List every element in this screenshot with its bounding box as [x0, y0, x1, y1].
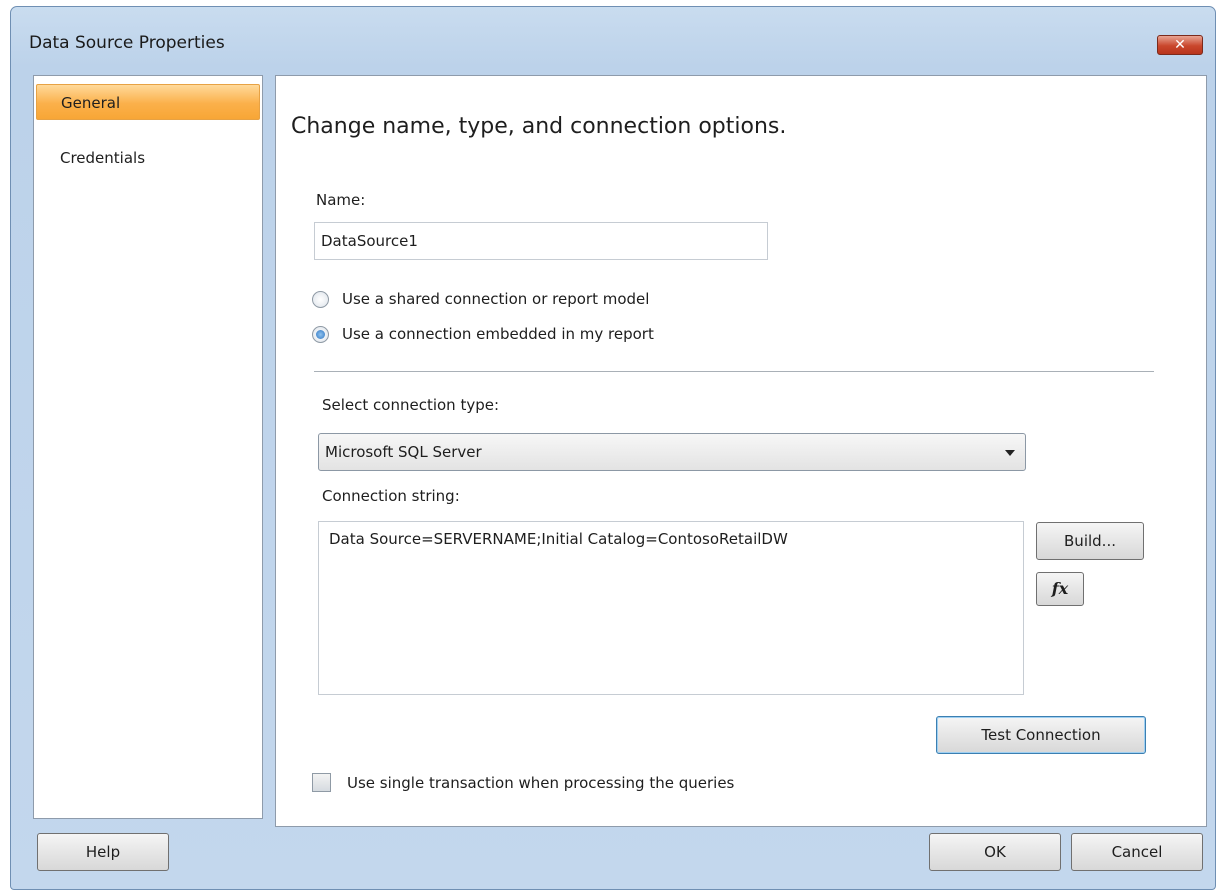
connection-string-label: Connection string: — [322, 487, 460, 505]
radio-shared-button[interactable] — [312, 290, 329, 308]
ok-button[interactable]: OK — [929, 833, 1061, 871]
window-title: Data Source Properties — [29, 33, 225, 53]
dialog-window: Data Source Properties ✕ General Credent… — [10, 6, 1216, 890]
page-heading: Change name, type, and connection option… — [291, 114, 787, 139]
expression-fx-icon[interactable]: fx — [1036, 572, 1084, 606]
section-divider — [314, 371, 1154, 372]
build-button[interactable]: Build... — [1036, 522, 1144, 560]
close-icon[interactable]: ✕ — [1157, 35, 1203, 55]
single-transaction-label: Use single transaction when processing t… — [347, 773, 735, 792]
help-button[interactable]: Help — [37, 833, 169, 871]
radio-embedded-connection[interactable]: Use a connection embedded in my report — [312, 323, 654, 345]
connection-string-textarea[interactable]: Data Source=SERVERNAME;Initial Catalog=C… — [318, 521, 1024, 695]
radio-embedded-button[interactable] — [312, 325, 329, 343]
radio-embedded-label: Use a connection embedded in my report — [342, 325, 654, 343]
chevron-down-icon[interactable] — [1005, 450, 1015, 456]
radio-shared-label: Use a shared connection or report model — [342, 290, 650, 308]
nav-item-general[interactable]: General — [36, 84, 260, 120]
nav-pane: General Credentials — [33, 75, 263, 819]
single-transaction-option[interactable]: Use single transaction when processing t… — [312, 773, 734, 792]
connection-type-label: Select connection type: — [322, 396, 500, 414]
radio-shared-connection[interactable]: Use a shared connection or report model — [312, 288, 649, 310]
cancel-button[interactable]: Cancel — [1071, 833, 1203, 871]
general-page: Change name, type, and connection option… — [275, 75, 1207, 827]
nav-item-credentials[interactable]: Credentials — [36, 140, 260, 176]
connection-type-value: Microsoft SQL Server — [325, 443, 482, 461]
connection-type-select[interactable]: Microsoft SQL Server — [318, 433, 1026, 471]
title-bar[interactable]: Data Source Properties ✕ — [11, 7, 1215, 69]
name-input[interactable]: DataSource1 — [314, 222, 768, 260]
name-label: Name: — [316, 191, 366, 209]
single-transaction-checkbox[interactable] — [312, 773, 331, 792]
test-connection-button[interactable]: Test Connection — [936, 716, 1146, 754]
